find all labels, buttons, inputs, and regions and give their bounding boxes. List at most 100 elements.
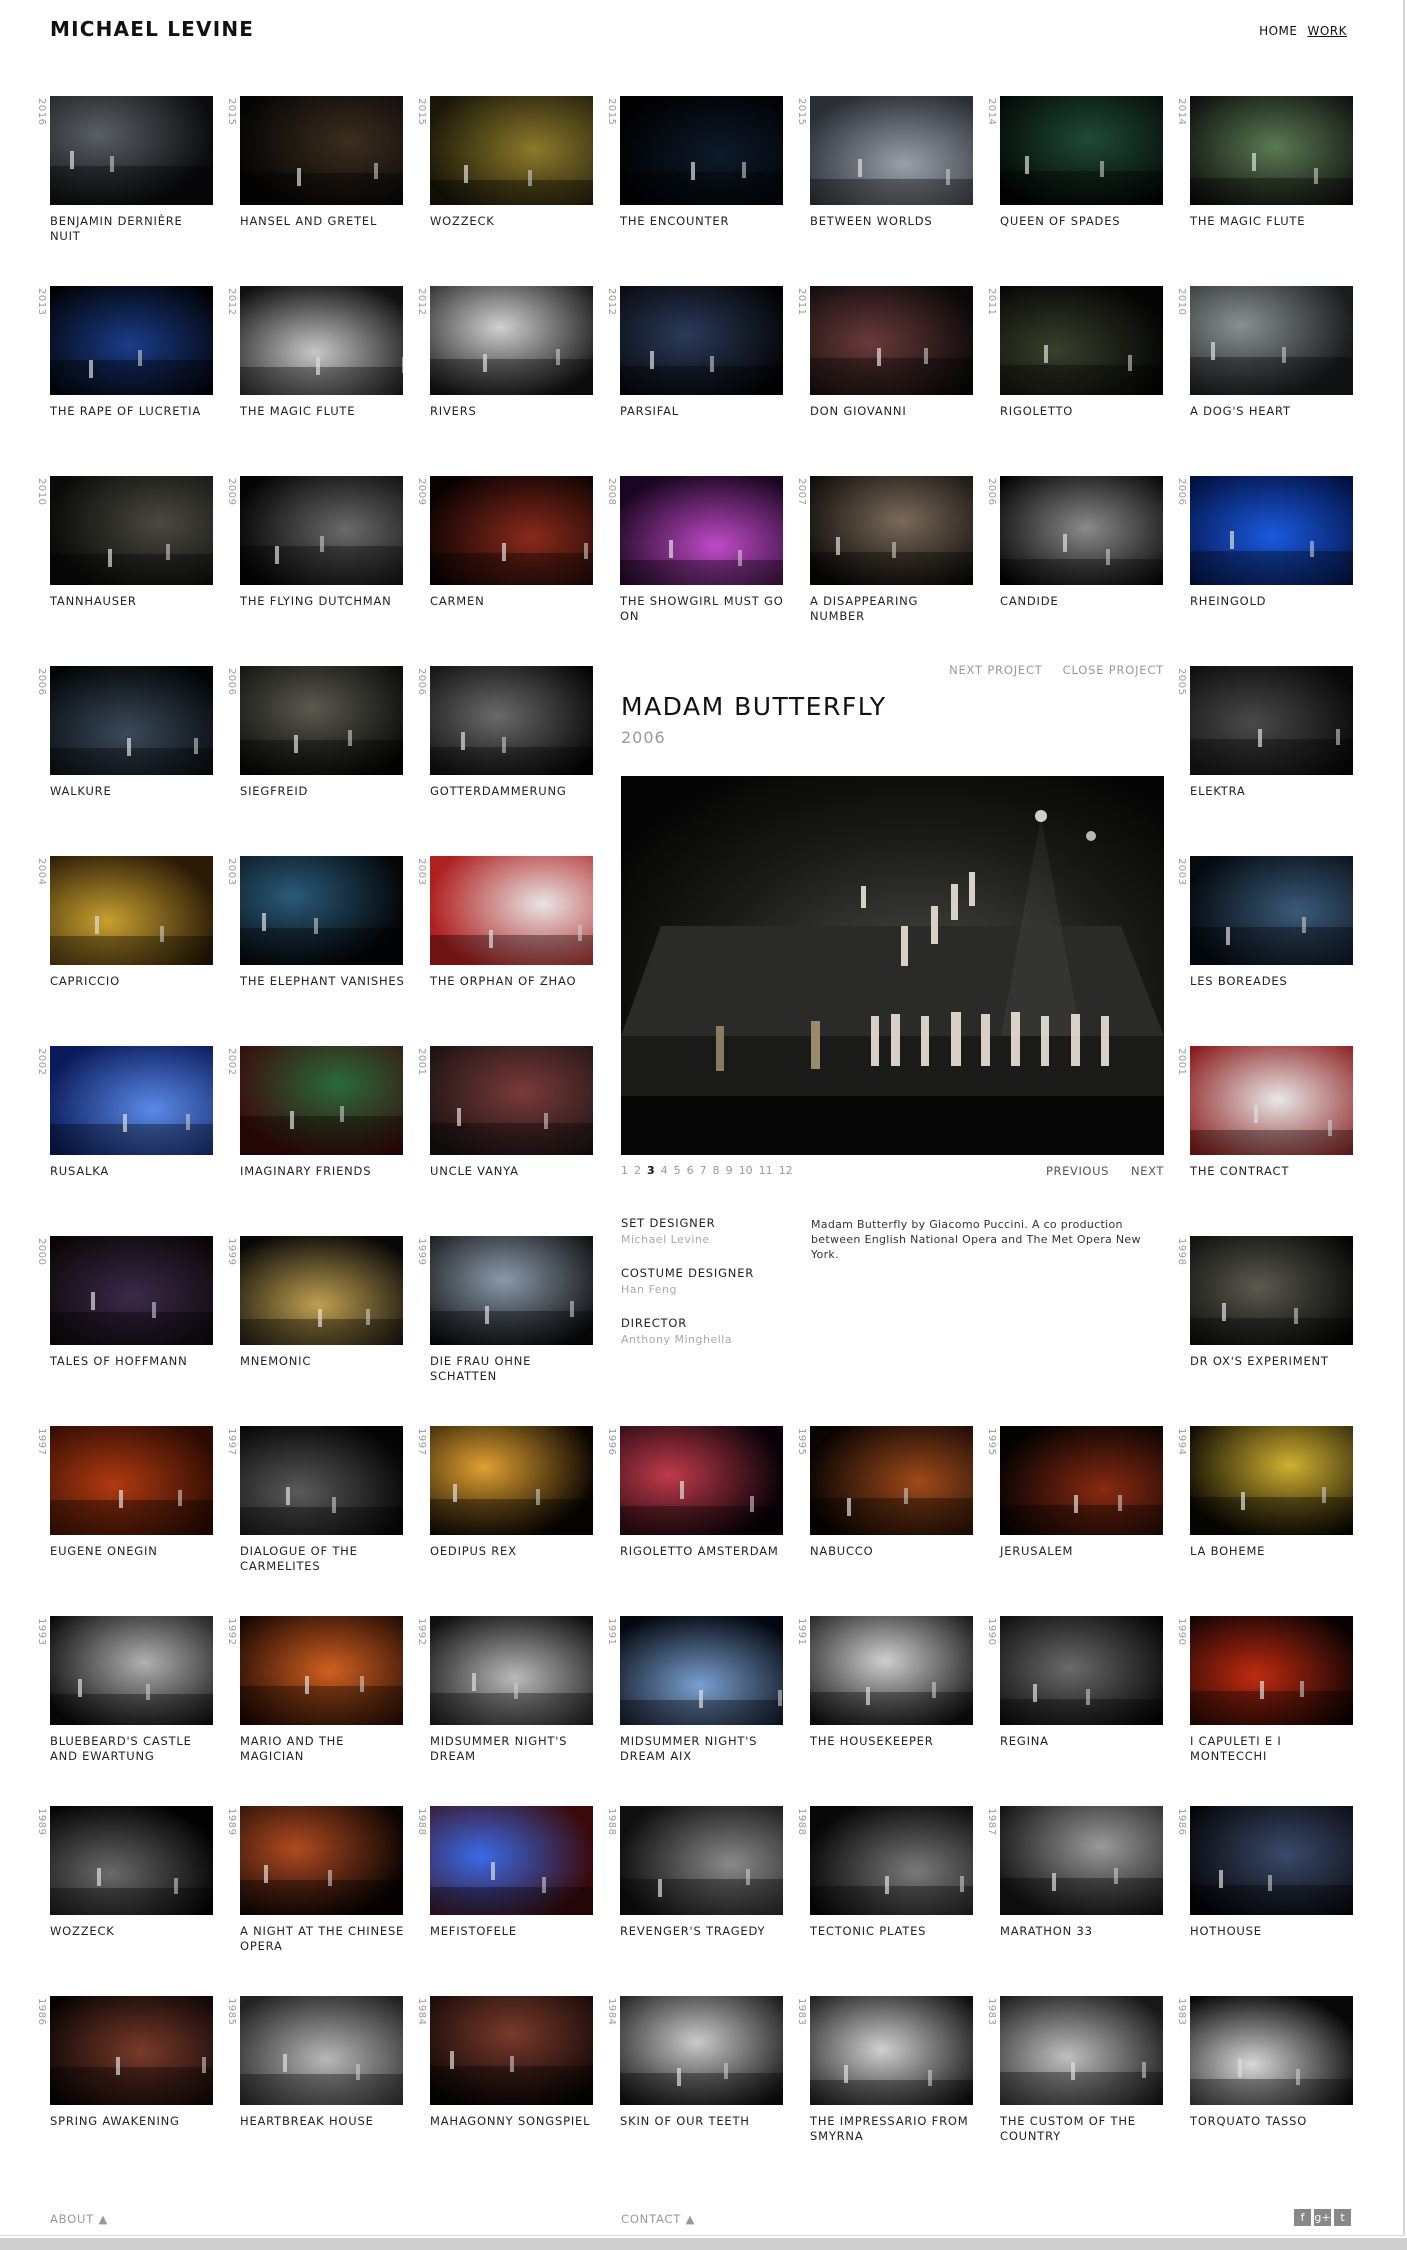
work-thumbnail[interactable] [1190,1806,1353,1915]
work-thumbnail[interactable] [810,1806,973,1915]
work-thumbnail[interactable] [810,96,973,205]
work-thumbnail[interactable] [430,1236,593,1345]
page-number[interactable]: 11 [759,1164,773,1177]
work-title[interactable]: GOTTERDAMMERUNG [430,784,595,799]
work-title[interactable]: REVENGER'S TRAGEDY [620,1924,785,1939]
work-thumbnail[interactable] [620,286,783,395]
work-title[interactable]: THE ORPHAN OF ZHAO [430,974,595,989]
work-title[interactable]: THE SHOWGIRL MUST GO ON [620,594,785,624]
work-thumbnail[interactable] [50,1996,213,2105]
work-thumbnail[interactable] [50,96,213,205]
work-title[interactable]: UNCLE VANYA [430,1164,595,1179]
next-project-link[interactable]: NEXT PROJECT [949,663,1043,677]
work-thumbnail[interactable] [1190,1236,1353,1345]
work-title[interactable]: IMAGINARY FRIENDS [240,1164,405,1179]
twitter-icon[interactable]: t [1334,2209,1351,2226]
work-title[interactable]: BLUEBEARD'S CASTLE AND EWARTUNG [50,1734,215,1764]
work-thumbnail[interactable] [240,96,403,205]
page-number[interactable]: 4 [661,1164,668,1177]
work-title[interactable]: THE CONTRACT [1190,1164,1355,1179]
work-thumbnail[interactable] [1190,1046,1353,1155]
work-thumbnail[interactable] [240,1806,403,1915]
work-title[interactable]: WOZZECK [430,214,595,229]
work-thumbnail[interactable] [620,96,783,205]
work-thumbnail[interactable] [620,1806,783,1915]
work-thumbnail[interactable] [1000,1996,1163,2105]
work-thumbnail[interactable] [240,1616,403,1725]
work-title[interactable]: THE MAGIC FLUTE [240,404,405,419]
work-title[interactable]: HEARTBREAK HOUSE [240,2114,405,2129]
work-title[interactable]: A DISAPPEARING NUMBER [810,594,975,624]
page-number[interactable]: 5 [674,1164,681,1177]
work-title[interactable]: MEFISTOFELE [430,1924,595,1939]
work-thumbnail[interactable] [50,286,213,395]
work-thumbnail[interactable] [430,666,593,775]
work-thumbnail[interactable] [1190,96,1353,205]
work-thumbnail[interactable] [50,476,213,585]
page-number[interactable]: 3 [647,1164,655,1177]
work-thumbnail[interactable] [810,476,973,585]
work-title[interactable]: TORQUATO TASSO [1190,2114,1355,2129]
work-thumbnail[interactable] [50,1616,213,1725]
page-number[interactable]: 9 [726,1164,733,1177]
work-title[interactable]: THE RAPE OF LUCRETIA [50,404,215,419]
work-title[interactable]: I CAPULETI E I MONTECCHI [1190,1734,1355,1764]
project-hero-image[interactable] [621,776,1164,1155]
page-number[interactable]: 1 [621,1164,628,1177]
work-title[interactable]: TALES OF HOFFMANN [50,1354,215,1369]
work-title[interactable]: LES BOREADES [1190,974,1355,989]
work-title[interactable]: CAPRICCIO [50,974,215,989]
work-title[interactable]: TECTONIC PLATES [810,1924,975,1939]
work-thumbnail[interactable] [810,1996,973,2105]
work-thumbnail[interactable] [50,1236,213,1345]
work-thumbnail[interactable] [430,96,593,205]
nav-home[interactable]: HOME [1259,24,1297,38]
work-thumbnail[interactable] [240,1996,403,2105]
work-title[interactable]: SKIN OF OUR TEETH [620,2114,785,2129]
work-title[interactable]: THE ELEPHANT VANISHES [240,974,405,989]
work-title[interactable]: DR OX'S EXPERIMENT [1190,1354,1355,1369]
work-thumbnail[interactable] [240,286,403,395]
work-title[interactable]: CARMEN [430,594,595,609]
work-title[interactable]: RIGOLETTO AMSTERDAM [620,1544,785,1559]
work-thumbnail[interactable] [240,476,403,585]
work-thumbnail[interactable] [1190,286,1353,395]
work-thumbnail[interactable] [1000,1806,1163,1915]
work-thumbnail[interactable] [430,1806,593,1915]
work-thumbnail[interactable] [50,1046,213,1155]
work-title[interactable]: OEDIPUS REX [430,1544,595,1559]
work-thumbnail[interactable] [430,1046,593,1155]
work-title[interactable]: SIEGFREID [240,784,405,799]
work-thumbnail[interactable] [620,476,783,585]
work-title[interactable]: MARIO AND THE MAGICIAN [240,1734,405,1764]
previous-image-button[interactable]: PREVIOUS [1046,1164,1109,1178]
work-title[interactable]: EUGENE ONEGIN [50,1544,215,1559]
work-title[interactable]: MIDSUMMER NIGHT'S DREAM AIX [620,1734,785,1764]
work-thumbnail[interactable] [1000,96,1163,205]
work-title[interactable]: BENJAMIN DERNIÈRE NUIT [50,214,215,244]
work-thumbnail[interactable] [430,856,593,965]
page-number[interactable]: 10 [739,1164,753,1177]
work-title[interactable]: RIGOLETTO [1000,404,1165,419]
work-title[interactable]: THE ENCOUNTER [620,214,785,229]
work-title[interactable]: WALKURE [50,784,215,799]
next-image-button[interactable]: NEXT [1131,1164,1164,1178]
work-title[interactable]: RIVERS [430,404,595,419]
work-thumbnail[interactable] [1190,666,1353,775]
close-project-link[interactable]: CLOSE PROJECT [1063,663,1164,677]
work-title[interactable]: QUEEN OF SPADES [1000,214,1165,229]
work-title[interactable]: TANNHAUSER [50,594,215,609]
work-thumbnail[interactable] [240,1426,403,1535]
work-title[interactable]: WOZZECK [50,1924,215,1939]
work-title[interactable]: MNEMONIC [240,1354,405,1369]
work-title[interactable]: REGINA [1000,1734,1165,1749]
work-thumbnail[interactable] [50,856,213,965]
work-thumbnail[interactable] [1000,286,1163,395]
work-title[interactable]: DIE FRAU OHNE SCHATTEN [430,1354,595,1384]
work-title[interactable]: ELEKTRA [1190,784,1355,799]
work-thumbnail[interactable] [430,476,593,585]
site-logo[interactable]: MICHAEL LEVINE [50,17,254,41]
work-thumbnail[interactable] [620,1616,783,1725]
work-thumbnail[interactable] [1000,1426,1163,1535]
work-thumbnail[interactable] [50,1806,213,1915]
